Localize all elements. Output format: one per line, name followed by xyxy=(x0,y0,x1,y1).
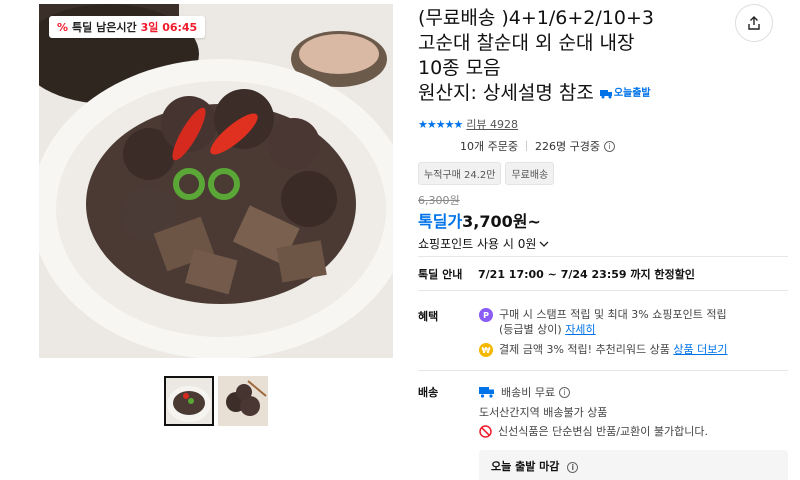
truck-icon xyxy=(479,387,494,398)
thumbnail-list xyxy=(164,376,268,426)
divider xyxy=(418,290,788,291)
divider xyxy=(418,370,788,371)
today-delivery-label: 오늘출발 xyxy=(613,88,651,99)
fresh-notice: 신선식품은 단순변심 반품/교환이 불가합니다. xyxy=(498,425,708,438)
shipping-fee: 배송비 무료 xyxy=(501,386,556,399)
title-line-3: 10종 모음 xyxy=(418,57,501,79)
stats-row: 10개 주문중 226명 구경중 i xyxy=(460,138,615,154)
info-icon[interactable]: i xyxy=(567,462,579,473)
thumbnail-2-photo xyxy=(218,376,268,426)
shipping-label: 배송 xyxy=(418,386,439,399)
original-price: 6,300원 xyxy=(418,194,460,207)
info-icon[interactable]: i xyxy=(603,140,615,152)
star-rating-icon: ★★★★★ xyxy=(418,117,463,131)
today-deadline-box: 오늘 출발 마감 i xyxy=(479,450,788,480)
chip-cumulative: 누적구매 24.2만 xyxy=(418,162,502,185)
deadline-label: 오늘 출발 마감 xyxy=(491,460,560,473)
fresh-notice-row: 신선식품은 단순변심 반품/교환이 불가합니다. xyxy=(479,423,708,439)
deal-price-row: 톡딜가 3,700원~ xyxy=(418,208,541,232)
thumbnail-1[interactable] xyxy=(164,376,214,426)
prohibited-icon xyxy=(479,424,492,438)
title-line-2: 고순대 찰순대 외 순대 내장 xyxy=(418,32,635,54)
benefit-stamp: P 구매 시 스탬프 적립 및 최대 3% 쇼핑포인트 적립 (등급별 상이) 자… xyxy=(479,307,779,337)
benefits-label: 혜택 xyxy=(418,310,439,323)
deal-price-label: 톡딜가 xyxy=(418,212,463,231)
points-label: 쇼핑포인트 사용 시 0원 xyxy=(418,237,537,251)
benefit-reward-line: 결제 금액 3% 적립! 추천리워드 상품 xyxy=(499,343,670,356)
tag-chips: 누적구매 24.2만 무료배송 xyxy=(418,162,555,185)
deal-info-row: 톡딜 안내 7/21 17:00 ~ 7/24 23:59 까지 한정할인 xyxy=(418,266,695,282)
points-dropdown[interactable]: 쇼핑포인트 사용 시 0원 xyxy=(418,235,549,252)
benefit-detail-link[interactable]: 자세히 xyxy=(565,323,595,336)
benefit-reward: ₩ 결제 금액 3% 적립! 추천리워드 상품 상품 더보기 xyxy=(479,342,728,357)
divider xyxy=(418,256,788,257)
truck-icon xyxy=(599,89,612,98)
thumbnail-2[interactable] xyxy=(218,376,268,426)
shipping-region-row: 도서산간지역 배송불가 상품 xyxy=(479,404,607,420)
product-main-image: % 특딜 남은시간 3일 06:45 xyxy=(39,4,393,358)
thumbnail-1-photo xyxy=(164,376,214,426)
coin-icon: ₩ xyxy=(479,343,493,357)
benefit-stamp-text: 구매 시 스탬프 적립 및 최대 3% 쇼핑포인트 적립 (등급별 상이) 자세히 xyxy=(499,307,779,337)
orders-count: 10개 주문중 xyxy=(460,140,518,153)
title-line-1: (무료배송 )4+1/6+2/10+3 xyxy=(418,7,654,29)
deal-price: 3,700원~ xyxy=(462,212,541,231)
timer-remaining: 3일 06:45 xyxy=(140,21,198,34)
info-icon[interactable]: i xyxy=(559,386,571,398)
shipping-region: 도서산간지역 배송불가 상품 xyxy=(479,406,608,419)
rating-row: ★★★★★ 리뷰 4928 xyxy=(418,116,518,132)
shipping-fee-row: 배송비 무료 i xyxy=(479,384,571,400)
deal-info-label: 톡딜 안내 xyxy=(418,268,463,281)
benefit-stamp-cont: (등급별 상이) xyxy=(499,323,562,336)
title-origin: 원산지: 상세설명 참조 xyxy=(418,82,594,104)
timer-prefix: 특딜 남은시간 xyxy=(72,21,137,34)
stats-divider xyxy=(525,141,527,151)
point-icon: P xyxy=(479,308,493,322)
benefit-stamp-line: 구매 시 스탬프 적립 및 최대 3% 쇼핑포인트 적립 xyxy=(499,308,727,321)
product-photo xyxy=(39,4,393,358)
chevron-down-icon xyxy=(539,241,549,247)
deal-info-period: 7/21 17:00 ~ 7/24 23:59 까지 한정할인 xyxy=(478,268,695,281)
chip-free-shipping: 무료배송 xyxy=(505,162,555,185)
today-delivery-tag: 오늘출발 xyxy=(599,81,651,106)
viewers-count: 226명 구경중 xyxy=(534,140,600,153)
product-info: (무료배송 )4+1/6+2/10+3 고순대 찰순대 외 순대 내장 10종 … xyxy=(418,6,788,106)
benefit-reward-text: 결제 금액 3% 적립! 추천리워드 상품 상품 더보기 xyxy=(499,342,728,357)
title-line-4: 원산지: 상세설명 참조 오늘출발 xyxy=(418,81,788,106)
percent-icon: % xyxy=(57,20,69,34)
more-products-link[interactable]: 상품 더보기 xyxy=(673,343,727,356)
review-count-link[interactable]: 리뷰 4928 xyxy=(466,116,518,132)
deal-timer-badge: % 특딜 남은시간 3일 06:45 xyxy=(49,16,206,38)
product-title: (무료배송 )4+1/6+2/10+3 고순대 찰순대 외 순대 내장 10종 … xyxy=(418,6,788,106)
